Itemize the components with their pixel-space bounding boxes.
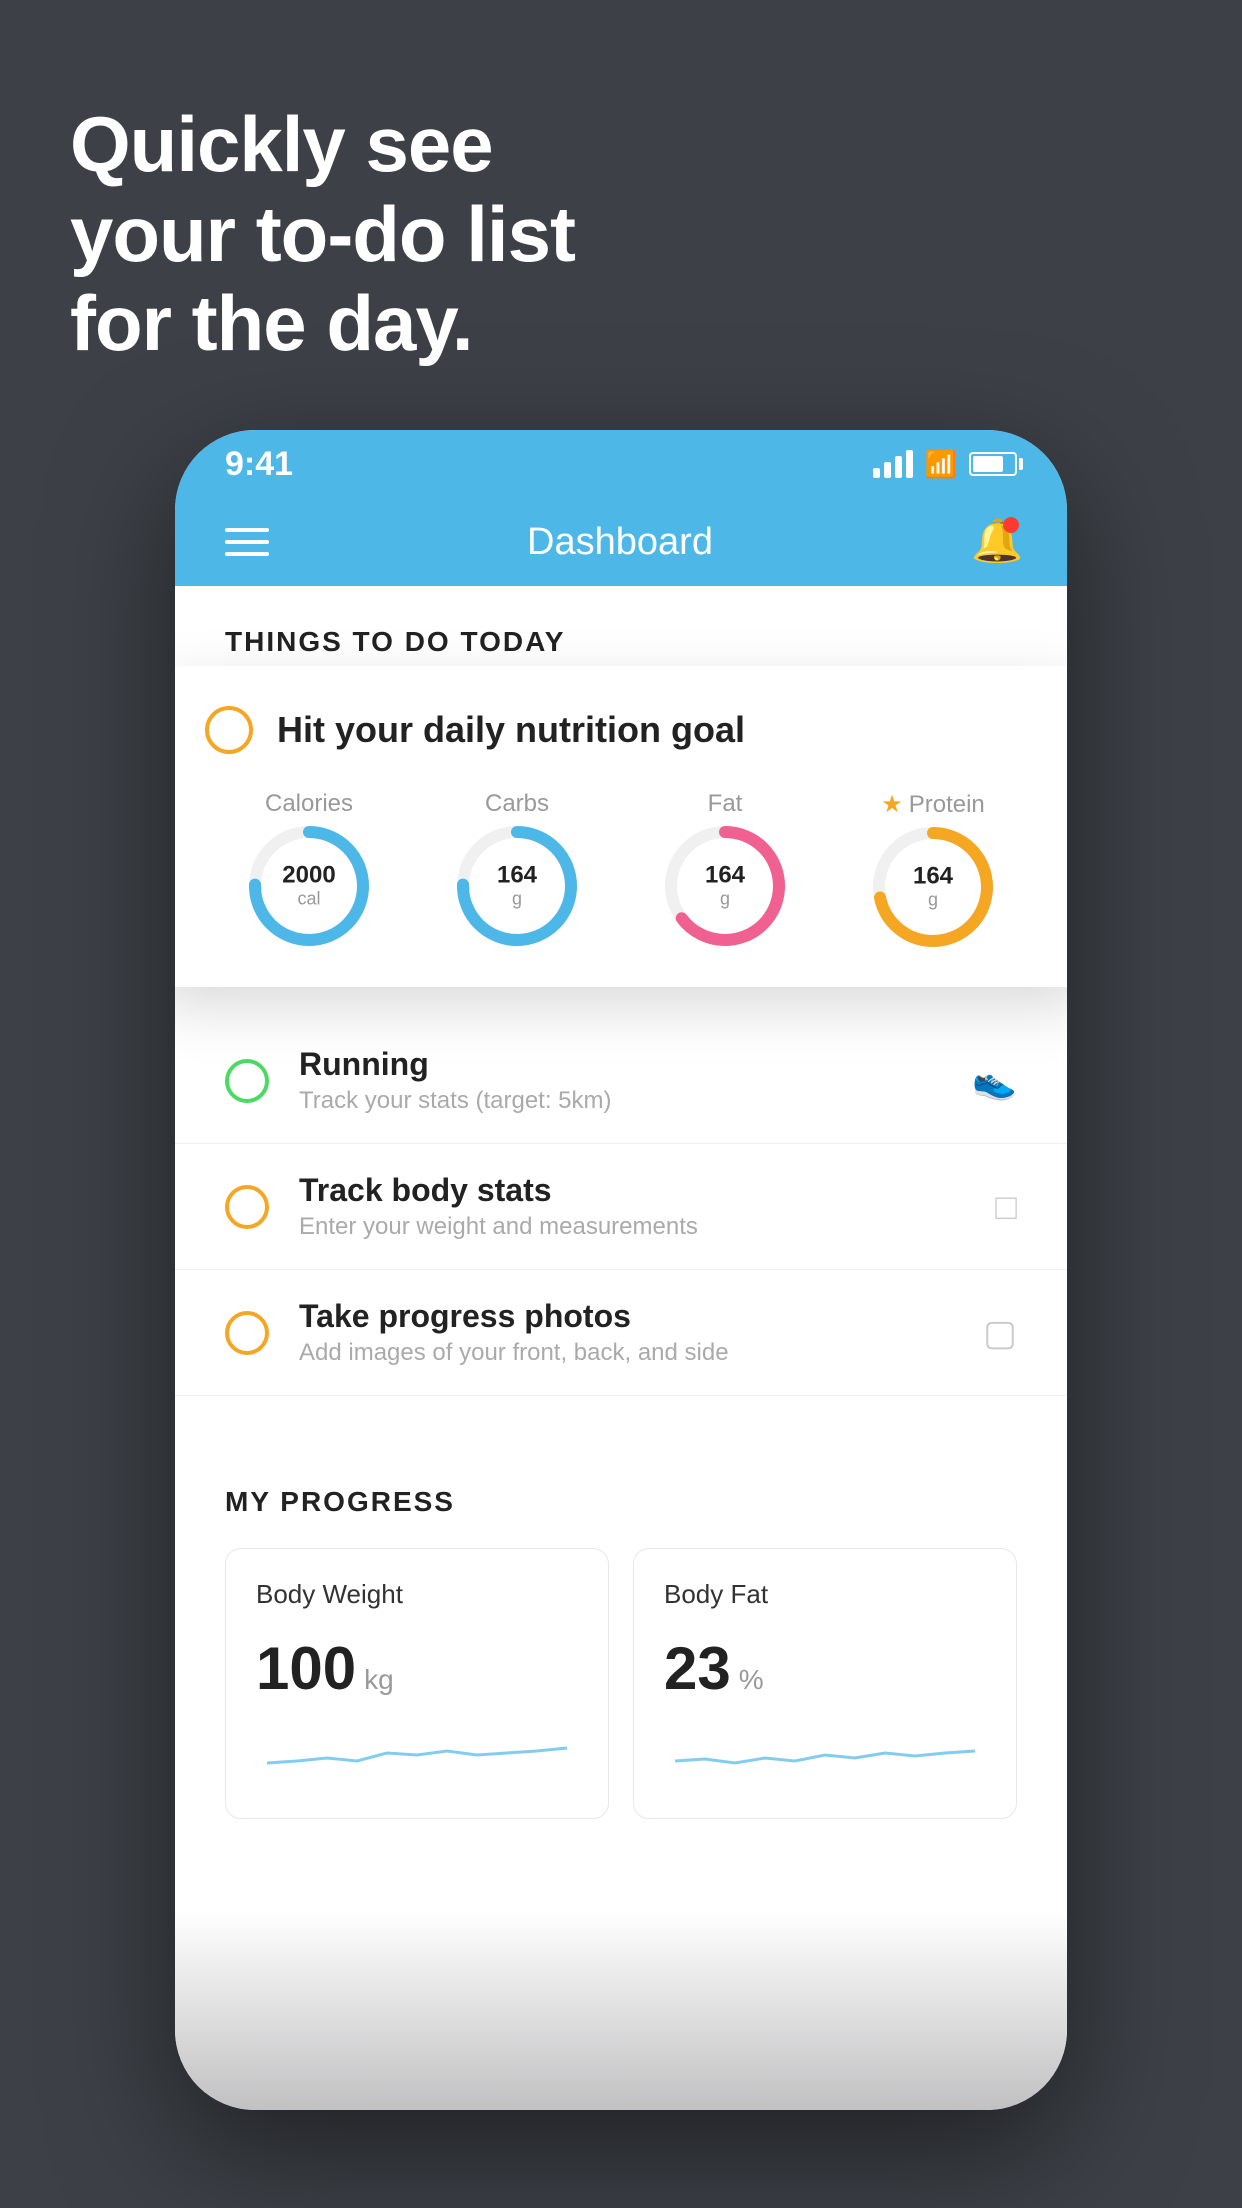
running-name: Running — [299, 1046, 942, 1083]
body-weight-number: 100 — [256, 1634, 356, 1703]
body-stats-desc: Enter your weight and measurements — [299, 1213, 965, 1241]
status-bar: 9:41 📶 — [175, 430, 1067, 498]
nutrition-fat: Fat 164 g — [665, 790, 785, 947]
body-weight-value-wrap: 100 kg — [256, 1634, 578, 1703]
nutrition-calories: Calories 2000 cal — [249, 790, 369, 947]
body-fat-title: Body Fat — [664, 1579, 986, 1610]
star-icon: ★ — [881, 790, 903, 819]
nutrition-protein: ★ Protein 164 g — [873, 790, 993, 947]
progress-title: MY PROGRESS — [225, 1486, 1017, 1518]
body-weight-unit: kg — [364, 1664, 394, 1696]
scale-icon: □ — [995, 1186, 1017, 1228]
todo-item-body-stats[interactable]: Track body stats Enter your weight and m… — [175, 1144, 1067, 1270]
phone-bottom-overlay — [175, 1910, 1067, 2110]
things-section: THINGS TO DO TODAY Hit your daily nutrit… — [175, 586, 1067, 1396]
card-header: Hit your daily nutrition goal — [205, 706, 1037, 754]
section-title: THINGS TO DO TODAY — [225, 626, 565, 657]
photos-desc: Add images of your front, back, and side — [299, 1339, 953, 1367]
hamburger-menu-icon[interactable] — [225, 528, 269, 556]
nutrition-card: Hit your daily nutrition goal Calories — [175, 666, 1067, 987]
phone-content: THINGS TO DO TODAY Hit your daily nutrit… — [175, 586, 1067, 2110]
protein-label: Protein — [909, 791, 985, 819]
shoe-icon: 👟 — [972, 1060, 1017, 1102]
carbs-label: Carbs — [485, 790, 549, 818]
wifi-icon: 📶 — [925, 449, 957, 480]
fat-donut: 164 g — [665, 826, 785, 946]
phone-mockup: 9:41 📶 Dashboard 🔔 — [175, 430, 1067, 2110]
calories-donut: 2000 cal — [249, 826, 369, 946]
fat-unit: g — [705, 889, 745, 910]
signal-bars-icon — [873, 450, 913, 478]
nav-title: Dashboard — [527, 521, 713, 564]
battery-icon — [969, 452, 1017, 476]
notification-dot — [1003, 517, 1019, 533]
body-fat-chart — [664, 1723, 986, 1783]
photos-name: Take progress photos — [299, 1298, 953, 1335]
headline: Quickly see your to-do list for the day. — [70, 100, 575, 369]
body-fat-value-wrap: 23 % — [664, 1634, 986, 1703]
running-check-circle — [225, 1059, 269, 1103]
nutrition-card-title: Hit your daily nutrition goal — [277, 709, 745, 751]
photos-text: Take progress photos Add images of your … — [299, 1298, 953, 1367]
todo-item-progress-photos[interactable]: Take progress photos Add images of your … — [175, 1270, 1067, 1396]
section-header: THINGS TO DO TODAY — [175, 586, 1067, 678]
body-weight-chart — [256, 1723, 578, 1783]
status-time: 9:41 — [225, 445, 293, 484]
fat-label: Fat — [708, 790, 743, 818]
nav-bar: Dashboard 🔔 — [175, 498, 1067, 586]
fat-value: 164 — [705, 862, 745, 888]
body-weight-card[interactable]: Body Weight 100 kg — [225, 1548, 609, 1819]
body-stats-text: Track body stats Enter your weight and m… — [299, 1172, 965, 1241]
body-fat-card[interactable]: Body Fat 23 % — [633, 1548, 1017, 1819]
protein-unit: g — [913, 890, 953, 911]
todo-item-running[interactable]: Running Track your stats (target: 5km) 👟 — [175, 1018, 1067, 1144]
camera-icon: ▢ — [983, 1312, 1017, 1354]
photos-check-circle — [225, 1311, 269, 1355]
protein-label-wrap: ★ Protein — [881, 790, 985, 819]
protein-value: 164 — [913, 863, 953, 889]
status-icons: 📶 — [873, 449, 1017, 480]
progress-cards: Body Weight 100 kg Body Fat 23 % — [225, 1548, 1017, 1819]
protein-donut: 164 g — [873, 827, 993, 947]
body-weight-title: Body Weight — [256, 1579, 578, 1610]
body-fat-unit: % — [739, 1664, 764, 1696]
carbs-value: 164 — [497, 862, 537, 888]
calories-label: Calories — [265, 790, 353, 818]
carbs-unit: g — [497, 889, 537, 910]
carbs-donut: 164 g — [457, 826, 577, 946]
body-stats-name: Track body stats — [299, 1172, 965, 1209]
nutrition-grid: Calories 2000 cal — [205, 790, 1037, 947]
progress-section: MY PROGRESS Body Weight 100 kg Body Fat — [175, 1436, 1067, 1869]
running-desc: Track your stats (target: 5km) — [299, 1087, 942, 1115]
calories-unit: cal — [282, 889, 335, 910]
bell-icon[interactable]: 🔔 — [971, 517, 1017, 567]
body-fat-number: 23 — [664, 1634, 731, 1703]
running-text: Running Track your stats (target: 5km) — [299, 1046, 942, 1115]
body-stats-check-circle — [225, 1185, 269, 1229]
nutrition-carbs: Carbs 164 g — [457, 790, 577, 947]
calories-value: 2000 — [282, 862, 335, 888]
todo-list: Running Track your stats (target: 5km) 👟… — [175, 1018, 1067, 1396]
todo-check-circle — [205, 706, 253, 754]
